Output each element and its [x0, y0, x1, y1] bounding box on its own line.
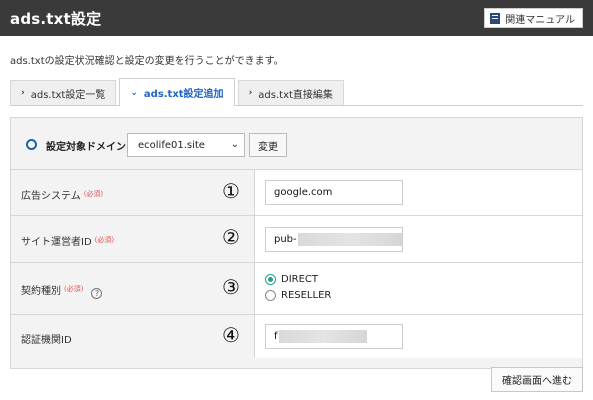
tab-ads-txt-direct-edit[interactable]: › ads.txt直接編集: [237, 80, 344, 105]
ad-system-label: 広告システム (必須): [21, 190, 104, 202]
ad-system-input[interactable]: google.com: [265, 180, 403, 205]
marker-3: ③: [222, 275, 240, 299]
tab-label: ads.txt設定追加: [143, 89, 224, 100]
settings-form-panel: 設定対象ドメイン ecolife01.site ⌄ 変更 広告システム (必須) …: [10, 117, 583, 369]
chevron-down-icon: ⌄: [130, 87, 138, 98]
help-icon[interactable]: ?: [91, 288, 103, 299]
required-badge: (必須): [64, 285, 84, 293]
page-title: ads.txt設定: [10, 10, 102, 28]
related-manual-label: 関連マニュアル: [505, 14, 575, 26]
tab-divider: [10, 105, 583, 106]
publisher-id-label: サイト運営者ID (必須): [21, 236, 115, 248]
radio-checked-icon: [265, 274, 276, 285]
redacted-value: [278, 330, 367, 343]
marker-4: ④: [222, 323, 240, 347]
contract-type-label: 契約種別 (必須)?: [21, 282, 103, 299]
publisher-id-input[interactable]: pub-: [265, 227, 403, 252]
cert-id-input[interactable]: f: [265, 324, 403, 349]
marker-2: ②: [222, 225, 240, 249]
radio-reseller[interactable]: RESELLER: [265, 290, 331, 301]
chevron-right-icon: ›: [21, 88, 25, 98]
book-icon: [490, 12, 501, 24]
tab-ads-txt-add[interactable]: ⌄ ads.txt設定追加: [119, 78, 235, 106]
redacted-value: [297, 233, 402, 246]
chevron-down-icon: ⌄: [230, 139, 239, 150]
tab-ads-txt-list[interactable]: › ads.txt設定一覧: [10, 80, 117, 105]
chevron-right-icon: ›: [248, 88, 253, 98]
cert-id-row: 認証機関ID ④ f: [11, 315, 582, 358]
page-header: ads.txt設定 関連マニュアル: [0, 0, 593, 36]
ad-system-row: 広告システム (必須) ① google.com: [11, 170, 582, 216]
domain-selector-row: 設定対象ドメイン ecolife01.site ⌄ 変更: [11, 118, 582, 170]
related-manual-button[interactable]: 関連マニュアル: [484, 8, 583, 28]
radio-direct[interactable]: DIRECT: [265, 274, 318, 285]
domain-select-value: ecolife01.site: [138, 139, 205, 151]
change-domain-button[interactable]: 変更: [249, 133, 287, 157]
radio-unchecked-icon: [265, 290, 276, 301]
target-domain-label: 設定対象ドメイン: [46, 142, 126, 153]
tab-label: ads.txt直接編集: [258, 89, 333, 101]
required-badge: (必須): [83, 190, 104, 198]
tab-label: ads.txt設定一覧: [30, 89, 106, 101]
cert-id-label: 認証機関ID: [21, 335, 72, 346]
marker-1: ①: [222, 179, 240, 203]
proceed-to-confirm-button[interactable]: 確認画面へ進む: [491, 367, 583, 392]
domain-select[interactable]: ecolife01.site ⌄: [127, 133, 245, 157]
tab-bar: › ads.txt設定一覧 ⌄ ads.txt設定追加 › ads.txt直接編…: [10, 78, 347, 106]
target-domain-bullet-icon: [26, 139, 37, 150]
required-badge: (必須): [94, 236, 115, 244]
publisher-id-row: サイト運営者ID (必須) ② pub-: [11, 216, 582, 263]
page-description: ads.txtの設定状況確認と設定の変更を行うことができます。: [10, 56, 284, 67]
contract-type-row: 契約種別 (必須)? ③ DIRECT RESELLER: [11, 263, 582, 315]
